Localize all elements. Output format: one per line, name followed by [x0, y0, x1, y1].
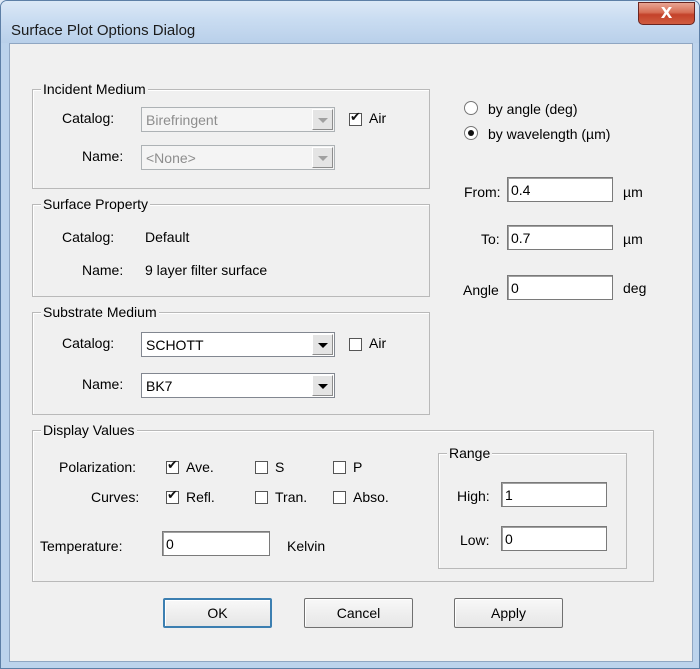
low-input[interactable]: 0	[501, 526, 607, 551]
close-button[interactable]: X	[638, 2, 695, 25]
curve-refl-checkbox[interactable]	[166, 488, 179, 504]
angle-unit: deg	[623, 280, 647, 296]
substrate-medium-label: Substrate Medium	[41, 303, 159, 321]
substrate-catalog-combo[interactable]: SCHOTT	[141, 332, 335, 357]
temperature-label: Temperature:	[40, 538, 123, 554]
substrate-name-value: BK7	[146, 378, 173, 394]
cancel-button[interactable]: Cancel	[304, 598, 413, 628]
curve-abso-label: Abso.	[353, 489, 389, 505]
by-angle-label: by angle (deg)	[488, 101, 578, 117]
chevron-down-icon[interactable]	[312, 375, 333, 396]
substrate-catalog-value: SCHOTT	[146, 337, 204, 353]
from-unit: µm	[623, 184, 643, 200]
low-label: Low:	[460, 532, 490, 548]
curve-tran-checkbox[interactable]	[255, 491, 268, 504]
angle-label: Angle	[463, 282, 499, 298]
incident-medium-group: Incident Medium Catalog: Birefringent Ai…	[32, 80, 430, 189]
incident-air-checkbox[interactable]	[349, 110, 362, 126]
substrate-name-combo[interactable]: BK7	[141, 373, 335, 398]
temperature-unit: Kelvin	[287, 538, 326, 554]
incident-catalog-combo[interactable]: Birefringent	[141, 107, 335, 132]
to-label: To:	[481, 231, 500, 247]
pol-s-label: S	[275, 459, 285, 475]
ok-button[interactable]: OK	[163, 598, 272, 628]
to-value: 0.7	[511, 230, 531, 246]
curve-refl-label: Refl.	[186, 489, 215, 505]
from-label: From:	[464, 184, 501, 200]
pol-ave-label: Ave.	[186, 459, 214, 475]
temperature-value: 0	[166, 536, 174, 552]
dialog-client-area: Incident Medium Catalog: Birefringent Ai…	[9, 43, 693, 662]
polarization-label: Polarization:	[59, 459, 137, 475]
surface-name-label: Name:	[82, 262, 124, 278]
display-values-label: Display Values	[41, 421, 137, 439]
chevron-down-icon[interactable]	[312, 109, 333, 130]
to-unit: µm	[623, 231, 643, 247]
by-angle-radio[interactable]	[464, 101, 478, 115]
incident-name-combo[interactable]: <None>	[141, 145, 335, 170]
chevron-down-icon[interactable]	[312, 334, 333, 355]
pol-s-checkbox[interactable]	[255, 461, 268, 474]
to-input[interactable]: 0.7	[507, 225, 613, 250]
incident-catalog-label: Catalog:	[62, 110, 115, 126]
from-input[interactable]: 0.4	[507, 177, 613, 202]
substrate-air-checkbox[interactable]	[349, 338, 362, 351]
substrate-name-label: Name:	[82, 376, 124, 392]
substrate-catalog-label: Catalog:	[62, 335, 115, 351]
pol-ave-checkbox[interactable]	[166, 458, 179, 474]
by-wavelength-label: by wavelength (µm)	[488, 126, 611, 142]
pol-p-checkbox[interactable]	[333, 461, 346, 474]
high-value: 1	[505, 487, 513, 503]
pol-p-label: P	[353, 459, 363, 475]
low-value: 0	[505, 531, 513, 547]
curves-label: Curves:	[91, 489, 140, 505]
surface-catalog-value: Default	[145, 229, 190, 245]
incident-medium-label: Incident Medium	[41, 80, 148, 98]
surface-name-value: 9 layer filter surface	[145, 262, 268, 278]
high-input[interactable]: 1	[501, 482, 607, 507]
substrate-air-label: Air	[369, 335, 387, 351]
incident-name-value: <None>	[146, 150, 196, 166]
substrate-medium-group: Substrate Medium Catalog: SCHOTT Air Nam…	[32, 303, 430, 415]
curve-tran-label: Tran.	[275, 489, 308, 505]
incident-catalog-value: Birefringent	[146, 112, 218, 128]
curve-abso-checkbox[interactable]	[333, 491, 346, 504]
window-title: Surface Plot Options Dialog	[11, 22, 196, 39]
temperature-input[interactable]: 0	[162, 531, 270, 556]
chevron-down-icon[interactable]	[312, 147, 333, 168]
angle-input[interactable]: 0	[507, 275, 613, 300]
surface-catalog-label: Catalog:	[62, 229, 115, 245]
range-label: Range	[447, 444, 493, 462]
angle-value: 0	[511, 280, 519, 296]
incident-air-label: Air	[369, 110, 387, 126]
display-values-group: Display Values Polarization: Ave. S P Cu…	[32, 421, 654, 582]
by-wavelength-radio[interactable]	[464, 126, 478, 140]
from-value: 0.4	[511, 182, 531, 198]
incident-name-label: Name:	[82, 148, 124, 164]
surface-property-group: Surface Property Catalog: Default Name: …	[32, 195, 430, 297]
high-label: High:	[457, 488, 490, 504]
range-group: Range High: 1 Low: 0	[438, 444, 627, 569]
surface-property-label: Surface Property	[41, 195, 151, 213]
title-bar[interactable]: Surface Plot Options Dialog X	[1, 1, 699, 43]
dialog-window: Surface Plot Options Dialog X Incident M…	[0, 0, 700, 669]
apply-button[interactable]: Apply	[454, 598, 563, 628]
